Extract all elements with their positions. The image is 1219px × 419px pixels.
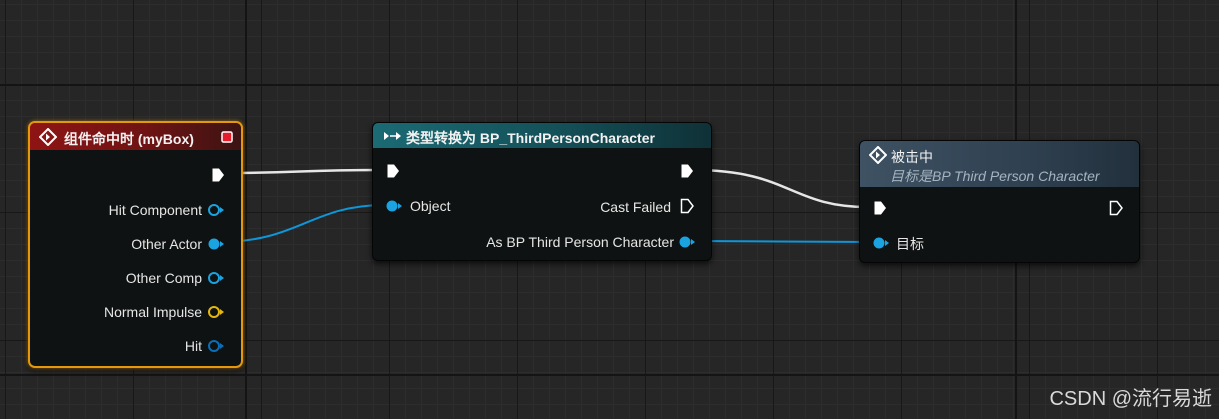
function-node-title: 被击中 [891, 149, 933, 165]
object-pin-object[interactable] [385, 199, 403, 213]
cast-node-title: 类型转换为 BP_ThirdPersonCharacter [406, 130, 655, 146]
exec-in-pin[interactable] [873, 200, 887, 216]
pin-label-object: Object [410, 198, 451, 214]
watermark: CSDN @流行易逝 [1049, 388, 1212, 410]
object-pin-target[interactable] [872, 236, 890, 250]
object-wire-cast-to-target [689, 240, 875, 243]
event-diamond-icon [869, 146, 887, 164]
cast-node-header[interactable]: 类型转换为 BP_ThirdPersonCharacter [373, 123, 711, 148]
exec-in-pin[interactable] [386, 163, 400, 179]
delegate-pin-icon[interactable] [221, 131, 233, 143]
object-pin-other-actor[interactable] [207, 237, 225, 251]
exec-out-pin[interactable] [1109, 200, 1123, 216]
event-node-title: 组件命中时 (myBox) [64, 131, 194, 147]
vector-pin-normal-impulse[interactable] [207, 305, 225, 319]
object-pin-hit-component[interactable] [207, 203, 225, 217]
event-node-header[interactable]: 组件命中时 (myBox) [30, 123, 241, 150]
object-pin-other-comp[interactable] [207, 271, 225, 285]
pin-label-hit: Hit [184, 338, 202, 354]
function-node-header[interactable]: 被击中 目标是BP Third Person Character [860, 141, 1139, 187]
exec-wire-event-to-cast [223, 168, 381, 175]
pin-label-other-comp: Other Comp [125, 270, 202, 286]
pin-label-normal-impulse: Normal Impulse [103, 304, 202, 320]
exec-out-pin[interactable] [211, 167, 225, 183]
struct-pin-hit[interactable] [207, 339, 225, 353]
exec-out-pin[interactable] [680, 163, 694, 179]
pin-label-as-bp: As BP Third Person Character [486, 234, 674, 250]
cast-node[interactable]: 类型转换为 BP_ThirdPersonCharacter Object Cas… [372, 122, 712, 261]
function-node-subtitle: 目标是BP Third Person Character [890, 168, 1100, 184]
pin-label-other-actor: Other Actor [131, 236, 202, 252]
cast-arrows-icon [384, 132, 401, 140]
function-call-node-hit[interactable]: 被击中 目标是BP Third Person Character 目标 [859, 140, 1140, 263]
event-node-component-hit[interactable]: 组件命中时 (myBox) Hit Component Other Actor … [28, 121, 243, 368]
pin-label-cast-failed: Cast Failed [600, 199, 671, 215]
pin-label-hit-component: Hit Component [108, 202, 202, 218]
object-wire-actor-to-cast [217, 204, 387, 243]
pin-label-target: 目标 [896, 236, 924, 252]
exec-wire-cast-to-hit [692, 168, 869, 209]
exec-cast-failed-pin[interactable] [680, 198, 694, 214]
object-pin-as-bp[interactable] [678, 235, 696, 249]
event-diamond-icon [39, 128, 57, 146]
